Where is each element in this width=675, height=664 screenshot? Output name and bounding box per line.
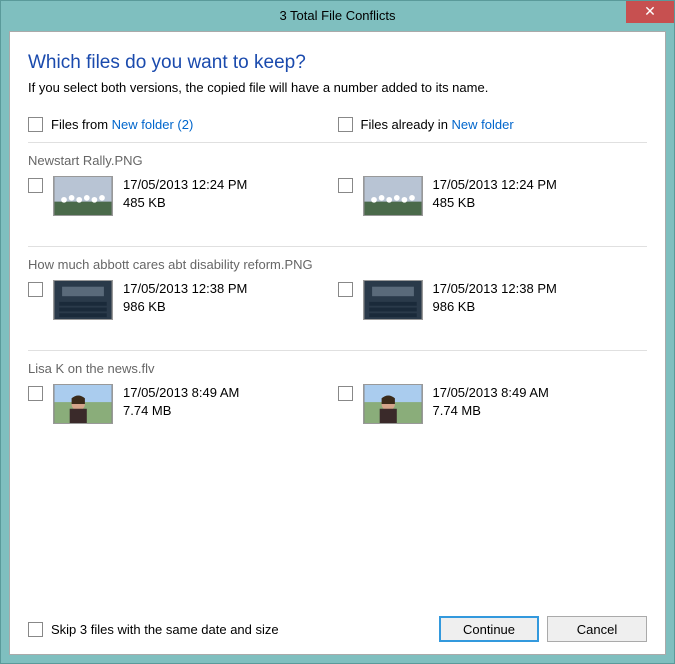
dest-folder-link[interactable]: New folder: [452, 117, 514, 132]
file-thumbnail[interactable]: [363, 176, 423, 216]
file-row: 17/05/2013 12:38 PM 986 KB 17/05/2013 12…: [28, 280, 647, 320]
file-list: Newstart Rally.PNG 17/05/2013 12:24 PM 4…: [28, 143, 647, 606]
skip-checkbox[interactable]: [28, 622, 43, 637]
assembly-photo-icon: [364, 281, 422, 319]
file-meta: 17/05/2013 12:24 PM 485 KB: [433, 176, 557, 212]
source-prefix: Files from: [51, 117, 112, 132]
file-meta: 17/05/2013 12:24 PM 485 KB: [123, 176, 247, 212]
file-size: 485 KB: [123, 194, 247, 212]
file-dest-checkbox[interactable]: [338, 282, 353, 297]
file-meta: 17/05/2013 12:38 PM 986 KB: [123, 280, 247, 316]
window-title: 3 Total File Conflicts: [279, 8, 395, 23]
close-icon: ✕: [644, 3, 656, 19]
file-source-item: 17/05/2013 12:38 PM 986 KB: [28, 280, 338, 320]
file-size: 986 KB: [433, 298, 557, 316]
file-date: 17/05/2013 12:38 PM: [123, 280, 247, 298]
file-source-item: 17/05/2013 8:49 AM 7.74 MB: [28, 384, 338, 424]
file-row: 17/05/2013 8:49 AM 7.74 MB 17/05/2013 8:…: [28, 384, 647, 424]
file-meta: 17/05/2013 8:49 AM 7.74 MB: [433, 384, 549, 420]
file-thumbnail[interactable]: [363, 280, 423, 320]
group-photo-icon: [364, 177, 422, 215]
file-date: 17/05/2013 12:38 PM: [433, 280, 557, 298]
file-thumbnail[interactable]: [53, 176, 113, 216]
file-date: 17/05/2013 12:24 PM: [433, 176, 557, 194]
file-date: 17/05/2013 8:49 AM: [433, 384, 549, 402]
file-size: 7.74 MB: [123, 402, 239, 420]
source-label: Files from New folder (2): [51, 117, 193, 132]
file-date: 17/05/2013 8:49 AM: [123, 384, 239, 402]
source-select-all-checkbox[interactable]: [28, 117, 43, 132]
dest-select-all-checkbox[interactable]: [338, 117, 353, 132]
file-group: Newstart Rally.PNG 17/05/2013 12:24 PM 4…: [28, 143, 647, 247]
subheading: If you select both versions, the copied …: [28, 80, 647, 95]
file-group: Lisa K on the news.flv 17/05/2013 8:49 A…: [28, 351, 647, 454]
skip-label: Skip 3 files with the same date and size: [51, 622, 279, 637]
person-photo-icon: [364, 385, 422, 423]
dest-prefix: Files already in: [361, 117, 452, 132]
file-name: How much abbott cares abt disability ref…: [28, 247, 647, 280]
close-button[interactable]: ✕: [626, 1, 674, 23]
file-dest-item: 17/05/2013 12:24 PM 485 KB: [338, 176, 648, 216]
heading: Which files do you want to keep?: [28, 52, 647, 74]
file-name: Newstart Rally.PNG: [28, 143, 647, 176]
file-size: 485 KB: [433, 194, 557, 212]
file-thumbnail[interactable]: [363, 384, 423, 424]
file-name: Lisa K on the news.flv: [28, 351, 647, 384]
skip-option: Skip 3 files with the same date and size: [28, 622, 431, 637]
file-source-checkbox[interactable]: [28, 282, 43, 297]
file-meta: 17/05/2013 8:49 AM 7.74 MB: [123, 384, 239, 420]
file-size: 986 KB: [123, 298, 247, 316]
file-row: 17/05/2013 12:24 PM 485 KB 17/05/2013 12…: [28, 176, 647, 216]
file-thumbnail[interactable]: [53, 384, 113, 424]
file-dest-checkbox[interactable]: [338, 386, 353, 401]
dialog-content: Which files do you want to keep? If you …: [9, 31, 666, 655]
file-source-item: 17/05/2013 12:24 PM 485 KB: [28, 176, 338, 216]
footer: Skip 3 files with the same date and size…: [28, 606, 647, 642]
dialog-window: 3 Total File Conflicts ✕ Which files do …: [0, 0, 675, 664]
source-column-header: Files from New folder (2): [28, 117, 338, 132]
file-date: 17/05/2013 12:24 PM: [123, 176, 247, 194]
file-group: How much abbott cares abt disability ref…: [28, 247, 647, 351]
file-dest-item: 17/05/2013 8:49 AM 7.74 MB: [338, 384, 648, 424]
dest-column-header: Files already in New folder: [338, 117, 648, 132]
continue-button[interactable]: Continue: [439, 616, 539, 642]
file-thumbnail[interactable]: [53, 280, 113, 320]
cancel-button[interactable]: Cancel: [547, 616, 647, 642]
person-photo-icon: [54, 385, 112, 423]
file-dest-item: 17/05/2013 12:38 PM 986 KB: [338, 280, 648, 320]
source-folder-link[interactable]: New folder (2): [112, 117, 194, 132]
columns-header: Files from New folder (2) Files already …: [28, 117, 647, 143]
file-meta: 17/05/2013 12:38 PM 986 KB: [433, 280, 557, 316]
file-dest-checkbox[interactable]: [338, 178, 353, 193]
file-source-checkbox[interactable]: [28, 386, 43, 401]
group-photo-icon: [54, 177, 112, 215]
file-source-checkbox[interactable]: [28, 178, 43, 193]
dest-label: Files already in New folder: [361, 117, 514, 132]
file-size: 7.74 MB: [433, 402, 549, 420]
assembly-photo-icon: [54, 281, 112, 319]
title-bar: 3 Total File Conflicts ✕: [1, 1, 674, 31]
